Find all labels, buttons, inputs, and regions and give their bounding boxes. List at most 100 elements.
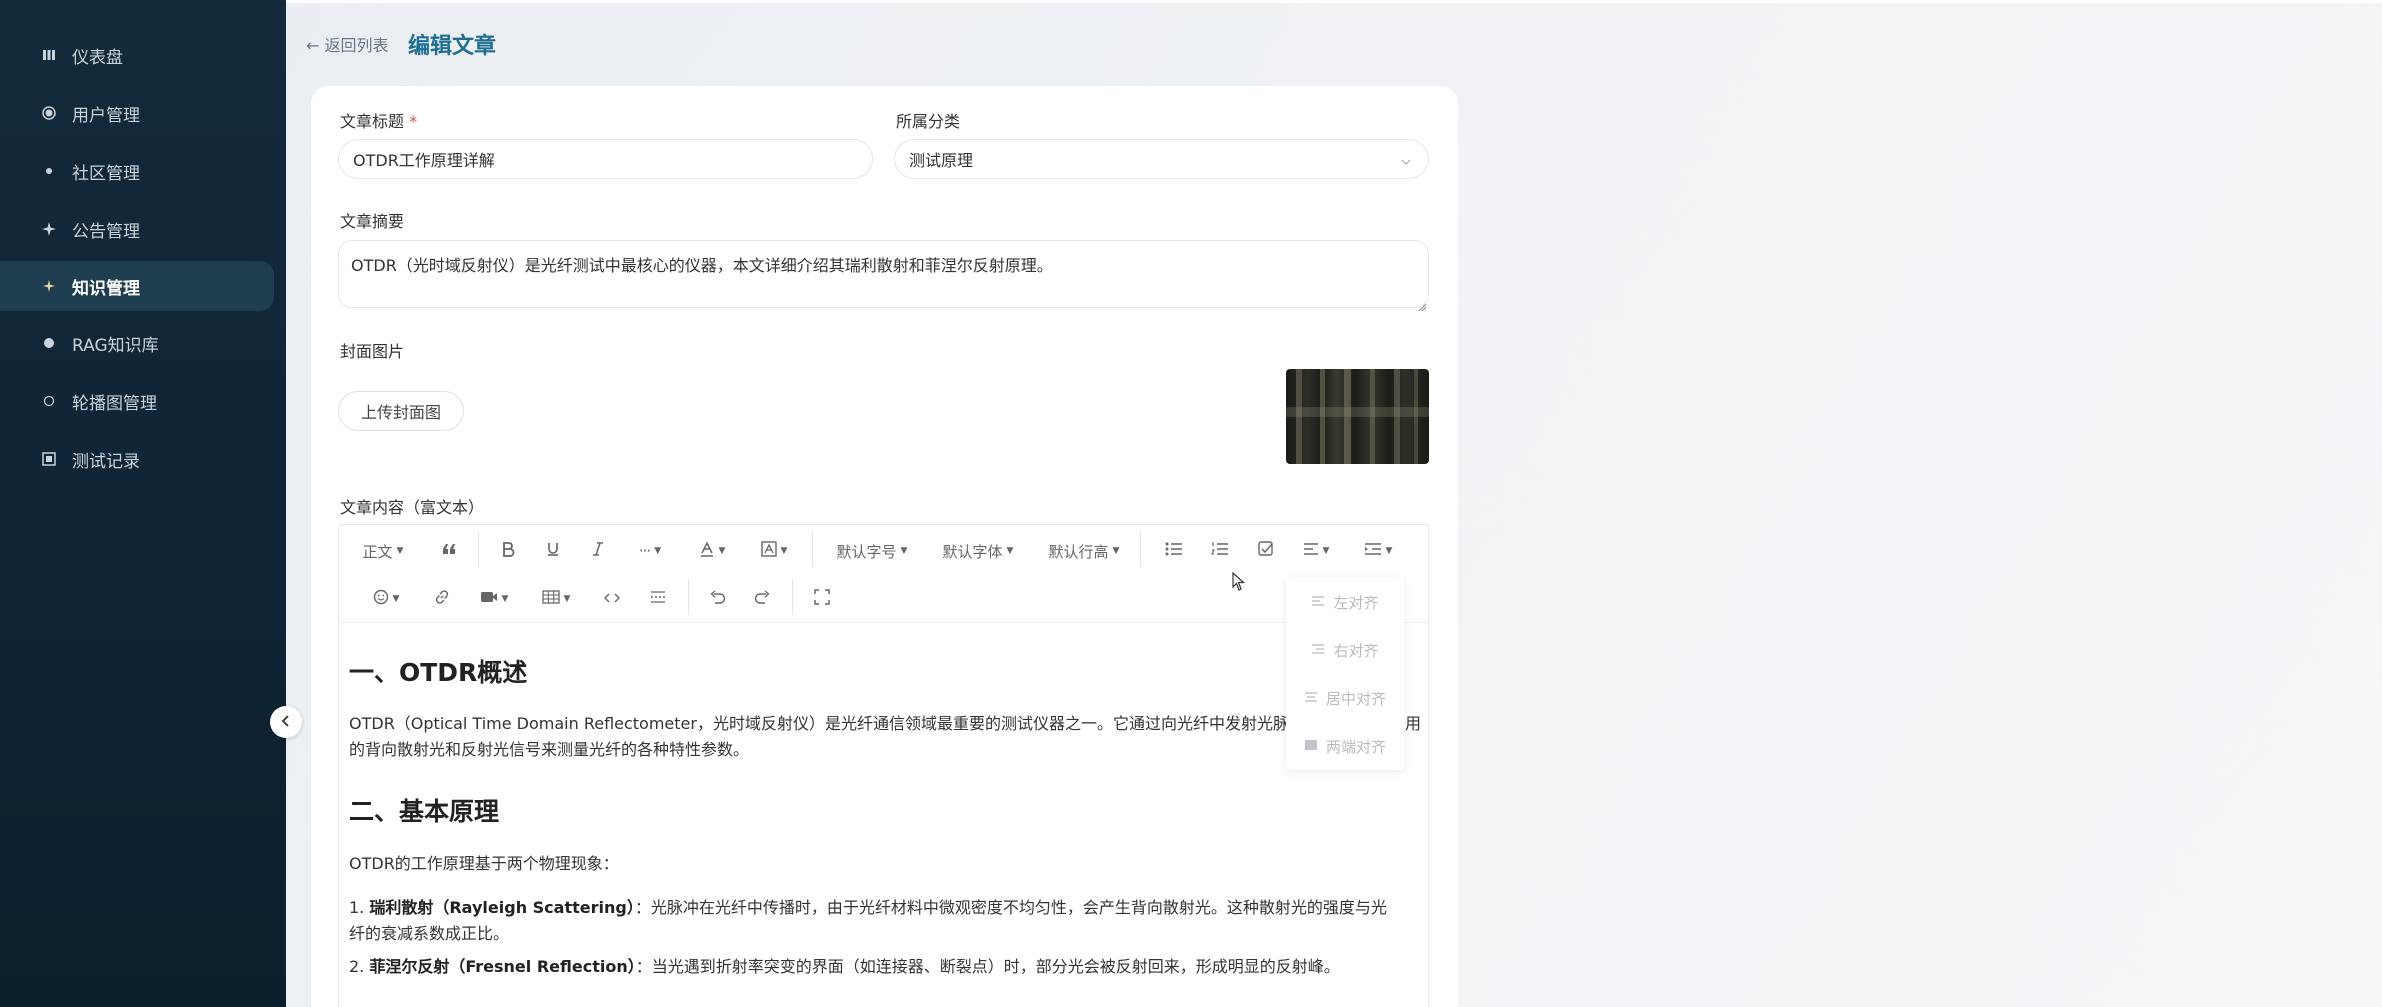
align-option-label: 居中对齐: [1325, 689, 1386, 708]
font-size-label: 默认字号: [836, 542, 897, 561]
content-paragraph-2: OTDR的工作原理基于两个物理现象：: [349, 854, 619, 873]
underline-icon: [546, 541, 560, 561]
article-title-input[interactable]: OTDR工作原理详解: [338, 139, 873, 179]
sidebar-item-rag[interactable]: RAG知识库: [0, 318, 274, 368]
align-center-option[interactable]: 居中对齐: [1286, 676, 1404, 720]
table-icon: [541, 590, 560, 608]
toolbar-divider: [1140, 531, 1141, 567]
align-right-icon: [1311, 641, 1325, 659]
font-color-dropdown[interactable]: ▼: [694, 535, 730, 567]
code-button[interactable]: [598, 583, 626, 615]
toolbar-divider: [688, 579, 689, 615]
link-button[interactable]: [428, 583, 456, 615]
todo-list-button[interactable]: [1252, 535, 1280, 567]
fullscreen-icon: [814, 589, 830, 609]
redo-button[interactable]: [748, 583, 776, 615]
font-family-dropdown[interactable]: 默认字体 ▼: [938, 535, 1018, 567]
align-right-option[interactable]: 右对齐: [1286, 628, 1404, 672]
align-option-label: 两端对齐: [1325, 737, 1386, 756]
bold-icon: [501, 541, 515, 561]
italic-button[interactable]: [584, 535, 612, 567]
fullscreen-button[interactable]: [808, 583, 836, 615]
line-height-dropdown[interactable]: 默认行高 ▼: [1044, 535, 1124, 567]
paragraph-1-line-1: OTDR（Optical Time Domain Reflectometer，光…: [349, 714, 1289, 733]
link-icon: [434, 589, 450, 609]
horizontal-rule-icon: [650, 590, 666, 608]
align-justify-option[interactable]: 两端对齐: [1286, 724, 1404, 768]
video-dropdown[interactable]: ▼: [476, 583, 512, 615]
announcement-icon: [38, 222, 60, 236]
emoji-icon: [373, 589, 389, 609]
line-height-label: 默认行高: [1048, 542, 1109, 561]
toolbar-divider: [792, 579, 793, 615]
sidebar-item-dashboard[interactable]: 仪表盘: [0, 30, 274, 80]
sidebar-item-carousel[interactable]: 轮播图管理: [0, 376, 274, 426]
redo-icon: [754, 590, 770, 608]
title-label-text: 文章标题: [340, 112, 405, 131]
sidebar-item-announcements[interactable]: 公告管理: [0, 204, 274, 254]
align-left-icon: [1311, 593, 1325, 611]
toolbar-divider: [812, 531, 813, 567]
sidebar-collapse-button[interactable]: [270, 706, 302, 738]
cover-label: 封面图片: [340, 342, 405, 361]
more-icon: ···: [638, 542, 651, 560]
background-color-dropdown[interactable]: ▼: [756, 535, 792, 567]
background-color-icon: [760, 541, 777, 561]
undo-icon: [710, 590, 726, 608]
sidebar-item-users[interactable]: 用户管理: [0, 88, 274, 138]
more-format-dropdown[interactable]: ··· ▼: [632, 535, 668, 567]
numbered-list-button[interactable]: [1206, 535, 1234, 567]
toolbar-divider: [478, 531, 479, 567]
list-item-number: 1.: [349, 898, 365, 917]
sidebar-item-label: RAG知识库: [72, 335, 159, 356]
quote-icon: [441, 542, 457, 560]
align-left-option[interactable]: 左对齐: [1286, 580, 1404, 624]
category-select[interactable]: 测试原理: [894, 139, 1429, 179]
undo-button[interactable]: [704, 583, 732, 615]
toolbar-bottom-border: [339, 622, 1428, 623]
content-label: 文章内容（富文本）: [340, 498, 485, 517]
sidebar-item-knowledge[interactable]: 知识管理: [0, 261, 274, 311]
align-dropdown[interactable]: ▼: [1298, 535, 1334, 567]
chevron-left-icon: [280, 713, 292, 732]
paragraph-1-line-2: 的背向散射光和反射光信号来测量光纤的各种特性参数。: [349, 740, 750, 759]
indent-dropdown[interactable]: ▼: [1358, 535, 1398, 567]
align-option-label: 左对齐: [1333, 593, 1379, 612]
sidebar-item-label: 知识管理: [72, 278, 140, 299]
underline-button[interactable]: [539, 535, 567, 567]
content-heading-1: 一、OTDR概述: [349, 658, 528, 687]
sidebar-item-community[interactable]: 社区管理: [0, 146, 274, 196]
align-justify-icon: [1304, 737, 1318, 755]
bullet-list-button[interactable]: [1160, 535, 1188, 567]
sidebar-item-test-records[interactable]: 测试记录: [0, 434, 274, 484]
divider-button[interactable]: [644, 583, 672, 615]
upload-cover-button[interactable]: 上传封面图: [338, 391, 464, 431]
list-item-number: 2.: [349, 957, 365, 976]
summary-textarea[interactable]: OTDR（光时域反射仪）是光纤测试中最核心的仪器，本文详细介绍其瑞利散射和菲涅尔…: [338, 240, 1429, 308]
page-title: 编辑文章: [408, 34, 497, 59]
resize-handle-icon[interactable]: [1418, 297, 1427, 316]
indent-icon: [1364, 542, 1382, 560]
rag-icon: [38, 337, 60, 349]
cover-image: [1286, 369, 1429, 464]
required-mark: *: [409, 112, 418, 131]
paragraph-style-dropdown[interactable]: 正文 ▼: [358, 535, 408, 567]
sidebar: 仪表盘 用户管理 社区管理 公告管理 知识管理 RAG知识库 轮播图管理 测试记…: [0, 0, 286, 1007]
bold-button[interactable]: [494, 535, 522, 567]
list-item-text: ：当光遇到折射率突变的界面（如连接器、断裂点）时，部分光会被反射回来，形成明显的…: [635, 957, 1340, 976]
checkbox-icon: [1258, 541, 1274, 561]
italic-icon: [592, 541, 604, 561]
knowledge-icon: [38, 279, 60, 293]
content-list-item-1: 1. 瑞利散射（Rayleigh Scattering）：光脉冲在光纤中传播时，…: [349, 895, 1419, 947]
mouse-cursor-icon: [1232, 571, 1246, 596]
font-family-label: 默认字体: [942, 542, 1003, 561]
quote-button[interactable]: [435, 535, 463, 567]
back-to-list-link[interactable]: ← 返回列表: [306, 32, 389, 56]
carousel-icon: [38, 395, 60, 407]
font-size-dropdown[interactable]: 默认字号 ▼: [832, 535, 912, 567]
paragraph-1-overflow-char: 用: [1405, 714, 1422, 733]
paragraph-style-label: 正文: [362, 542, 393, 561]
category-select-value: 测试原理: [909, 151, 974, 170]
table-dropdown[interactable]: ▼: [538, 583, 574, 615]
emoji-dropdown[interactable]: ▼: [368, 583, 404, 615]
